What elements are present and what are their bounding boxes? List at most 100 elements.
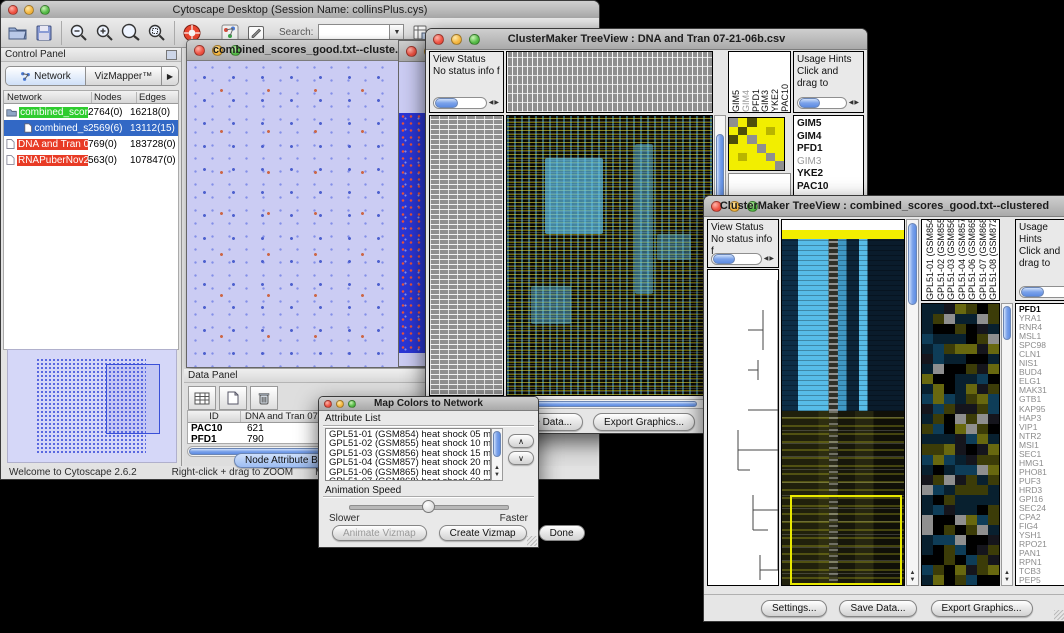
network-row[interactable]: combined_scores 2764(0) 16218(0) <box>4 104 178 120</box>
column-label[interactable]: GIM3 <box>760 90 770 112</box>
heatmap-cell <box>955 424 966 434</box>
tv2-heatmap[interactable] <box>781 219 905 586</box>
gene-label[interactable]: GIM3 <box>797 156 863 169</box>
tv1-heatmap[interactable] <box>506 115 713 396</box>
column-label[interactable]: PAC10 <box>780 84 790 112</box>
network-row[interactable]: DNA and Tran 07 769(0) 183728(0) <box>4 136 178 152</box>
view-status-hscrollbar[interactable] <box>711 253 762 265</box>
heatmap-cell <box>966 304 977 314</box>
gene-label[interactable]: MON2 <box>1019 585 1064 586</box>
heatmap-cell <box>977 394 988 404</box>
tv2-zoom-vscrollbar[interactable]: ▲▼ <box>1001 303 1013 586</box>
main-titlebar[interactable]: Cytoscape Desktop (Session Name: collins… <box>1 1 599 19</box>
attribute-item[interactable]: GPL51-07 (GSM868) heat shock 60 min <box>329 477 490 481</box>
zoom-fit-icon[interactable] <box>118 21 144 45</box>
resize-grip[interactable] <box>527 536 537 546</box>
zoom-in-icon[interactable] <box>92 21 118 45</box>
network-overview[interactable] <box>7 349 177 463</box>
overview-viewport-rect[interactable] <box>106 364 160 434</box>
faster-label: Faster <box>500 513 528 524</box>
heatmap-cell <box>966 515 977 525</box>
column-label[interactable]: GPL51-06 (GSM865) <box>967 219 978 300</box>
gene-label[interactable]: PFD1 <box>797 143 863 156</box>
scroll-arrows-icon[interactable]: ▲▼ <box>492 465 502 479</box>
tab-network[interactable]: Network <box>6 67 86 85</box>
column-label[interactable]: YKE2 <box>770 89 780 112</box>
scroll-arrows-icon[interactable]: ◀▶ <box>847 97 860 109</box>
close-button[interactable] <box>406 46 417 57</box>
heatmap-cell <box>933 575 944 585</box>
heatmap-cell <box>738 161 747 170</box>
animate-vizmap-button[interactable]: Animate Vizmap <box>332 525 427 541</box>
column-label[interactable]: GPL51-01 (GSM854) <box>925 219 936 300</box>
network-canvas[interactable] <box>187 61 430 367</box>
tv2-vscrollbar[interactable]: ▲▼ <box>906 219 919 586</box>
control-panel-title: Control Panel <box>5 49 66 60</box>
network-row-selected[interactable]: combined_sco 2569(6) 13112(15) <box>4 120 178 136</box>
scroll-arrows-icon[interactable]: ◀▶ <box>762 253 775 265</box>
tab-vizmapper[interactable]: VizMapper™ <box>86 67 162 85</box>
scroll-arrows-icon[interactable]: ▲▼ <box>1002 570 1012 584</box>
heatmap-cell <box>922 455 933 465</box>
scroll-arrows-icon[interactable]: ▲▼ <box>907 570 918 584</box>
scroll-arrows-icon[interactable]: ◀▶ <box>487 97 500 109</box>
slider-thumb[interactable] <box>422 500 435 513</box>
tv1-export-graphics-button[interactable]: Export Graphics... <box>593 413 695 431</box>
tv2-zoom-heatmap[interactable] <box>921 303 1000 586</box>
tv2-export-graphics-button[interactable]: Export Graphics... <box>931 600 1033 617</box>
attribute-up-button[interactable]: ∧ <box>508 434 534 448</box>
column-label[interactable]: GPL51-08 (GSM872) <box>988 219 999 300</box>
float-panel-icon[interactable] <box>166 50 177 60</box>
heatmap-cell <box>966 404 977 414</box>
column-label[interactable]: PFD1 <box>751 89 761 112</box>
heatmap-cell <box>922 485 933 495</box>
col-header-edges[interactable]: Edges <box>137 92 178 103</box>
create-vizmap-button[interactable]: Create Vizmap <box>439 525 527 541</box>
zoom-out-icon[interactable] <box>66 21 92 45</box>
network-nodes: 769(0) <box>88 139 130 150</box>
gene-label[interactable]: GIM4 <box>797 131 863 144</box>
column-label[interactable]: GPL51-03 (GSM856) <box>946 219 957 300</box>
col-header-network[interactable]: Network <box>4 92 92 103</box>
heatmap-cell <box>922 364 933 374</box>
delete-attribute-icon[interactable] <box>250 386 278 410</box>
usage-hints-hscrollbar[interactable] <box>797 97 847 109</box>
network-row[interactable]: RNAPuberNov2+ 563(0) 107847(0) <box>4 152 178 168</box>
data-col-id[interactable]: ID <box>188 411 241 422</box>
heatmap-cell <box>977 535 988 545</box>
tv2-settings-button[interactable]: Settings... <box>761 600 827 617</box>
tv1-row-dendrogram[interactable] <box>429 115 504 396</box>
gene-label[interactable]: YKE2 <box>797 168 863 181</box>
column-label[interactable]: GPL51-07 (GSM868) <box>978 219 989 300</box>
heatmap-cell <box>757 153 766 162</box>
zoom-selected-icon[interactable] <box>144 21 170 45</box>
open-file-icon[interactable] <box>5 21 31 45</box>
new-attribute-icon[interactable] <box>219 386 247 410</box>
tv2-save-data-button[interactable]: Save Data... <box>839 600 916 617</box>
heatmap-cell <box>933 565 944 575</box>
save-icon[interactable] <box>31 21 57 45</box>
view-status-hscrollbar[interactable] <box>433 97 487 109</box>
heatmap-selection-rect[interactable] <box>790 495 902 585</box>
select-attributes-icon[interactable] <box>188 386 216 410</box>
attribute-down-button[interactable]: ∨ <box>508 451 534 465</box>
resize-grip[interactable] <box>1054 610 1064 620</box>
done-button[interactable]: Done <box>539 525 585 541</box>
column-label[interactable]: GIM5 <box>731 90 741 112</box>
gene-label[interactable]: PAC10 <box>797 181 863 194</box>
usage-hints-hscrollbar[interactable] <box>1019 286 1064 298</box>
heatmap-cell <box>988 404 999 414</box>
column-label[interactable]: GPL51-02 (GSM855) <box>936 219 947 300</box>
heatmap-cell <box>922 314 933 324</box>
gene-label[interactable]: GIM5 <box>797 118 863 131</box>
attribute-list-vscrollbar[interactable]: ▲▼ <box>491 428 503 481</box>
column-label[interactable]: GPL51-04 (GSM857) <box>957 219 968 300</box>
animation-speed-slider[interactable] <box>349 505 509 510</box>
tv2-row-dendrogram[interactable] <box>707 269 779 586</box>
tv1-column-dendrogram[interactable] <box>506 51 713 113</box>
heatmap-cell <box>977 384 988 394</box>
col-header-nodes[interactable]: Nodes <box>92 92 137 103</box>
tv1-selection-matrix[interactable] <box>728 117 785 171</box>
column-label[interactable]: GIM4 <box>741 90 751 112</box>
tab-overflow-arrow[interactable]: ▶ <box>162 67 178 85</box>
